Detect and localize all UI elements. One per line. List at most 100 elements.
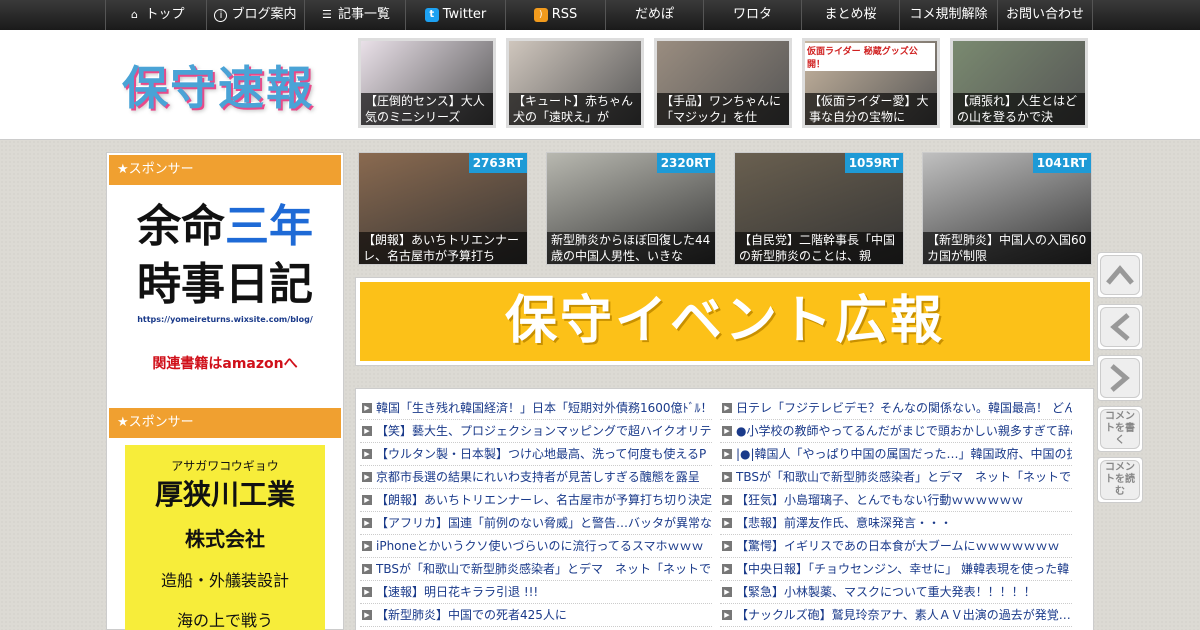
header-thumb[interactable]: 【頑張れ】人生とはどの山を登るかで決 (950, 38, 1088, 128)
nav-item-6[interactable]: ワロタ (703, 0, 801, 30)
nav-item-1[interactable]: i ブログ案内 (206, 0, 304, 30)
header-thumb[interactable]: 仮面ライダー 秘蔵グッズ公開！ 【仮面ライダー愛】大事な自分の宝物に (802, 38, 940, 128)
banner-box: 保守イベント広報 (355, 277, 1094, 366)
ad2-corp: 株式会社 (185, 527, 265, 551)
list-item-title: TBSが「和歌山で新型肺炎感染者」とデマ ネット「ネットで (736, 470, 1071, 484)
scroll-top-button[interactable] (1097, 252, 1143, 298)
list-item-title: 【狂気】小島瑠璃子、とんでもない行動ｗｗｗｗｗｗ (736, 493, 1024, 507)
list-item-title: 【驚愕】イギリスであの日本食が大ブームにｗｗｗｗｗｗｗ (736, 539, 1060, 553)
nav-label: まとめ桜 (824, 7, 877, 22)
arrow-bullet-icon: ▶ (362, 564, 372, 574)
list-item-title: ●小学校の教師やってるんだがまじで頭おかしい親多すぎて辞め (736, 424, 1072, 438)
thumb-caption: 【手品】ワンちゃんに「マジック」を仕 (657, 93, 789, 125)
ranking-item[interactable]: 2763RT 【朗報】あいちトリエンナーレ、名古屋市が予算打ち (358, 152, 528, 265)
nav-item-3[interactable]: t Twitter (405, 0, 505, 30)
list-item-title: 【ナックルズ砲】鷲見玲奈アナ、素人ＡＶ出演の過去が発覚… (736, 608, 1071, 622)
prev-button[interactable] (1097, 304, 1143, 350)
nav-item-4[interactable]: ) RSS (505, 0, 605, 30)
list-item[interactable]: ▶ 京都市長選の結果にれいわ支持者が見苦しすぎる醜態を露呈 (360, 466, 712, 489)
ad-amazon-link[interactable]: 関連書籍はamazonへ (109, 353, 341, 373)
list-item[interactable]: ▶ 【ナックルズ砲】鷲見玲奈アナ、素人ＡＶ出演の過去が発覚… (720, 604, 1072, 627)
nav-item-0[interactable]: ⌂ トップ (105, 0, 206, 30)
arrow-bullet-icon: ▶ (362, 495, 372, 505)
header-thumb[interactable]: 【手品】ワンちゃんに「マジック」を仕 (654, 38, 792, 128)
nav-item-2[interactable]: ☰ 記事一覧 (304, 0, 405, 30)
thumb-caption: 【圧倒的センス】大人気のミニシリーズ (361, 93, 493, 125)
list-item-title: 【速報】明日花キララ引退 !!! (376, 585, 539, 599)
sponsor-heading: ★スポンサー (109, 155, 341, 185)
list-item-title: 京都市長選の結果にれいわ支持者が見苦しすぎる醜態を露呈 (376, 470, 700, 484)
home-icon: ⌂ (130, 8, 138, 21)
arrow-bullet-icon: ▶ (722, 564, 732, 574)
top-nav: ⌂ トップ i ブログ案内 ☰ 記事一覧 t Twitter) RSS だめぽ ワロタ まとめ桜 コメ規… (0, 0, 1200, 30)
ranking-item[interactable]: 1041RT 【新型肺炎】中国人の入国60カ国が制限 (922, 152, 1092, 265)
ad2-kana: アサガワコウギョウ (171, 459, 279, 473)
list-item[interactable]: ▶ |●|韓国人「やっぱり中国の属国だった…」韓国政府、中国の抗 (720, 443, 1072, 466)
nav-bar: ⌂ トップ i ブログ案内 ☰ 記事一覧 t Twitter) RSS だめぽ ワロタ まとめ桜 コメ規… (105, 0, 1093, 30)
list-item[interactable]: ▶ 【悲報】前澤友作氏、意味深発言・・・ (720, 512, 1072, 535)
sponsor-heading-2: ★スポンサー (109, 408, 341, 438)
arrow-bullet-icon: ▶ (362, 610, 372, 620)
list-item-title: 韓国「生き残れ韓国経済！」日本「短期対外債務1600億ﾄﾞﾙ！為 (376, 401, 712, 415)
list-item[interactable]: ▶ 【中央日報】「チョウセンジン、幸せに」 嫌韓表現を使った韓 (720, 558, 1072, 581)
comment-read-button[interactable]: コメントを読む (1097, 457, 1143, 503)
ad2-desc: 造船・外艤装設計 (160, 571, 289, 590)
list-item[interactable]: ▶ 【緊急】小林製薬、マスクについて重大発表！！！！！ (720, 581, 1072, 604)
ranking-item[interactable]: 1059RT 【自民党】二階幹事長「中国の新型肺炎のことは、親 (734, 152, 904, 265)
ad2-more: 海の上で戦う (176, 611, 273, 630)
event-banner[interactable]: 保守イベント広報 (360, 282, 1090, 361)
comment-write-button[interactable]: コメントを書く (1097, 406, 1143, 452)
comment-read-label: コメントを読む (1105, 462, 1135, 497)
list-item[interactable]: ▶ 【アフリカ】国連「前例のない脅威」と警告…バッタが異常な (360, 512, 712, 535)
header-thumb[interactable]: 【圧倒的センス】大人気のミニシリーズ (358, 38, 496, 128)
arrow-bullet-icon: ▶ (722, 610, 732, 620)
rt-count-badge: 1059RT (844, 153, 903, 173)
nav-label: お問い合わせ (1005, 7, 1084, 22)
ad-url: https://yomeireturns.wixsite.com/blog/ (137, 315, 313, 324)
arrow-bullet-icon: ▶ (722, 403, 732, 413)
list-item[interactable]: ▶ iPhoneとかいうクソ使いづらいのに流行ってるスマホｗｗｗ (360, 535, 712, 558)
list-item[interactable]: ▶ 【ウルタン製・日本製】つけ心地最高、洗って何度も使えるP (360, 443, 712, 466)
list-item[interactable]: ▶ 日テレ「フジテレビデモ？そんなの関係ない。韓国最高！ どん (720, 397, 1072, 420)
list-item[interactable]: ▶ 【朗報】あいちトリエンナーレ、名古屋市が予算打ち切り決定 (360, 489, 712, 512)
nav-label: RSS (551, 7, 578, 22)
list-icon: ☰ (322, 8, 332, 21)
ranking-item[interactable]: 2320RT 新型肺炎からほぼ回復した44歳の中国人男性、いきな (546, 152, 716, 265)
arrow-bullet-icon: ▶ (362, 518, 372, 528)
list-item[interactable]: ▶ TBSが「和歌山で新型肺炎感染者」とデマ ネット「ネットで (720, 466, 1072, 489)
arrow-bullet-icon: ▶ (362, 541, 372, 551)
ad-line2: 時事日記 (137, 259, 313, 310)
list-item-title: 【笑】藝大生、プロジェクションマッピングで超ハイクオリテ (376, 424, 712, 438)
nav-item-7[interactable]: まとめ桜 (801, 0, 899, 30)
list-item[interactable]: ▶ 韓国「生き残れ韓国経済！」日本「短期対外債務1600億ﾄﾞﾙ！為 (360, 397, 712, 420)
list-item[interactable]: ▶ 【狂気】小島瑠璃子、とんでもない行動ｗｗｗｗｗｗ (720, 489, 1072, 512)
chevron-right-icon (1110, 364, 1130, 392)
list-item-title: 【緊急】小林製薬、マスクについて重大発表！！！！！ (736, 585, 1036, 599)
nav-item-5[interactable]: だめぽ (605, 0, 703, 30)
next-button[interactable] (1097, 355, 1143, 401)
sponsor-ad-yomei[interactable]: 余命三年 時事日記 https://yomeireturns.wixsite.c… (109, 187, 341, 387)
list-item[interactable]: ▶ 【新型肺炎】中国での死者425人に (360, 604, 712, 627)
sponsor-ad-asagawa[interactable]: アサガワコウギョウ 厚狭川工業 株式会社 造船・外艤装設計 海の上で戦う (125, 445, 325, 630)
site-logo[interactable]: 保守速報 (122, 52, 314, 118)
list-item[interactable]: ▶ TBSが「和歌山で新型肺炎感染者」とデマ ネット「ネットで (360, 558, 712, 581)
chevron-left-icon (1110, 313, 1130, 341)
list-item[interactable]: ▶ 【速報】明日花キララ引退 !!! (360, 581, 712, 604)
chevron-up-icon (1106, 265, 1134, 285)
list-item[interactable]: ▶ 【驚愕】イギリスであの日本食が大ブームにｗｗｗｗｗｗｗ (720, 535, 1072, 558)
list-item[interactable]: ▶ ●小学校の教師やってるんだがまじで頭おかしい親多すぎて辞め (720, 420, 1072, 443)
nav-item-8[interactable]: コメ規制解除 (899, 0, 997, 30)
list-item-title: |●|韓国人「やっぱり中国の属国だった…」韓国政府、中国の抗 (736, 447, 1072, 461)
list-item[interactable]: ▶ 【笑】藝大生、プロジェクションマッピングで超ハイクオリテ (360, 420, 712, 443)
list-item-title: 【新型肺炎】中国での死者425人に (376, 608, 567, 622)
nav-label: コメ規制解除 (909, 7, 988, 22)
list-item-title: 日テレ「フジテレビデモ？そんなの関係ない。韓国最高！ どん (736, 401, 1072, 415)
nav-item-9[interactable]: お問い合わせ (997, 0, 1093, 30)
nav-label: ブログ案内 (231, 7, 297, 22)
ad-line1b: 三年 (225, 201, 313, 252)
arrow-bullet-icon: ▶ (722, 449, 732, 459)
links-left: ▶ 韓国「生き残れ韓国経済！」日本「短期対外債務1600億ﾄﾞﾙ！為 ▶ 【笑】藝大生… (360, 397, 712, 627)
list-item-title: 【アフリカ】国連「前例のない脅威」と警告…バッタが異常な (376, 516, 712, 530)
header-thumb[interactable]: 【キュート】赤ちゃん犬の「遠吠え」が (506, 38, 644, 128)
arrow-bullet-icon: ▶ (362, 403, 372, 413)
